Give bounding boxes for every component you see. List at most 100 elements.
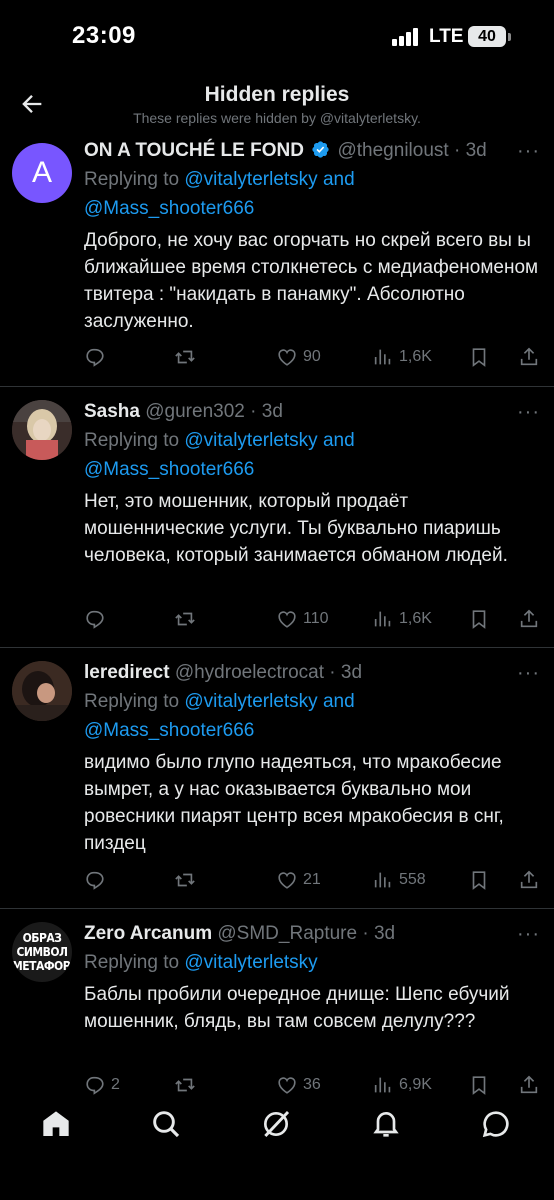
bookmark-button[interactable] [468, 867, 490, 893]
reply-button[interactable]: 2 [84, 1072, 120, 1098]
tweet-time: 3d [340, 662, 363, 683]
bookmark-icon [472, 871, 486, 890]
bookmark-button[interactable] [468, 1072, 490, 1098]
author-handle[interactable]: @guren302 [145, 401, 245, 422]
like-button[interactable]: 90 [276, 344, 321, 370]
heart-icon [278, 872, 296, 889]
retweet-icon [175, 612, 195, 626]
more-options-icon[interactable]: ··· [517, 663, 540, 683]
share-button[interactable] [518, 1072, 540, 1098]
views-icon [374, 872, 391, 888]
views-icon [374, 349, 391, 365]
like-button[interactable]: 21 [276, 867, 321, 893]
bookmark-icon [472, 1076, 486, 1095]
author-handle[interactable]: @hydroelectrocat [175, 662, 324, 683]
battery-level: 40 [478, 28, 496, 45]
retweet-button[interactable] [174, 1072, 201, 1098]
author-name[interactable]: Sasha [84, 401, 140, 422]
reply-button[interactable] [84, 344, 111, 370]
more-options-icon[interactable]: ··· [517, 924, 540, 944]
author-name[interactable]: Zero Arcanum [84, 923, 212, 944]
separator-dot: · [448, 140, 466, 161]
mention-link[interactable]: @Mass_shooter666 [84, 198, 254, 219]
nav-home[interactable] [40, 1108, 72, 1140]
views-button[interactable]: 6,9K [372, 1072, 432, 1098]
reply-icon [86, 871, 104, 890]
views-icon [374, 611, 391, 627]
reply-icon [86, 348, 104, 367]
retweet-button[interactable] [174, 606, 201, 632]
nav-grok[interactable] [260, 1108, 292, 1140]
retweet-button[interactable] [174, 867, 201, 893]
share-button[interactable] [518, 344, 540, 370]
signal-icon [392, 28, 422, 46]
replying-to: Replying to @vitalyterletsky [84, 952, 318, 973]
mention-link[interactable]: @vitalyterletsky [184, 952, 317, 973]
views-button[interactable]: 1,6K [372, 606, 432, 632]
more-options-icon[interactable]: ··· [517, 402, 540, 422]
avatar-text: ОБРАЗ СИМВОЛ МЕТАФОРА [12, 931, 72, 973]
home-icon [43, 1111, 69, 1136]
mention-link[interactable]: @vitalyterletsky [184, 430, 317, 451]
tweet[interactable]: leredirect @hydroelectrocat · 3d ··· Rep… [0, 649, 554, 909]
tweet-actions: 2 36 6,9K [84, 1072, 544, 1098]
battery-tip [508, 33, 511, 41]
views-button[interactable]: 558 [372, 867, 426, 893]
replying-to: Replying to @vitalyterletsky and @Mass_s… [84, 691, 355, 741]
mention-link[interactable]: @Mass_shooter666 [84, 720, 254, 741]
like-button[interactable]: 110 [276, 606, 329, 632]
share-icon [520, 609, 538, 628]
author-name[interactable]: ON A TOUCHÉ LE FOND [84, 140, 304, 161]
page-header: Hidden replies These replies were hidden… [0, 78, 554, 134]
more-options-icon[interactable]: ··· [517, 141, 540, 161]
page-title: Hidden replies [204, 83, 350, 106]
tweet-time: 3d [261, 401, 283, 422]
nav-search[interactable] [150, 1108, 182, 1140]
separator-dot: · [324, 662, 341, 683]
mention-link[interactable]: @vitalyterletsky [184, 169, 317, 190]
avatar[interactable] [12, 400, 72, 460]
share-icon [520, 1075, 538, 1094]
grok-icon [264, 1110, 290, 1138]
retweet-button[interactable] [174, 344, 201, 370]
tweet-text: Доброго, не хочу вас огорчать но скрей в… [84, 230, 539, 332]
views-button[interactable]: 1,6K [372, 344, 432, 370]
share-button[interactable] [518, 867, 540, 893]
heart-icon [278, 349, 296, 366]
tweet-actions: 90 1,6K [84, 344, 544, 370]
tweet-time: 3d [373, 923, 396, 944]
tweet[interactable]: Sasha @guren302 · 3d ··· Replying to @vi… [0, 388, 554, 648]
heart-icon [278, 611, 296, 628]
avatar[interactable]: A [12, 143, 72, 203]
mention-link[interactable]: @Mass_shooter666 [84, 459, 254, 480]
avatar-letter: A [31, 156, 52, 189]
avatar-image [12, 661, 72, 721]
share-button[interactable] [518, 606, 540, 632]
replying-to: Replying to @vitalyterletsky and @Mass_s… [84, 169, 355, 219]
avatar[interactable] [12, 661, 72, 721]
tweet[interactable]: ОБРАЗ СИМВОЛ МЕТАФОРА Zero Arcanum @SMD_… [0, 910, 554, 1098]
share-icon [520, 347, 538, 366]
mention-link[interactable]: @vitalyterletsky [184, 691, 317, 712]
network-type: LTE [429, 26, 464, 47]
author-handle[interactable]: @SMD_Rapture [217, 923, 357, 944]
like-button[interactable]: 36 [276, 1072, 321, 1098]
nav-notifications[interactable] [370, 1108, 402, 1140]
tweet-text: видимо было глупо надеяться, что мракобе… [84, 752, 504, 854]
bookmark-icon [472, 610, 486, 629]
views-icon [374, 1077, 391, 1093]
search-icon [153, 1111, 180, 1138]
bookmark-icon [472, 348, 486, 367]
separator-dot: · [357, 923, 374, 944]
replying-to: Replying to @vitalyterletsky and @Mass_s… [84, 430, 355, 480]
reply-button[interactable] [84, 606, 111, 632]
author-handle[interactable]: @thegniloust [337, 140, 448, 161]
nav-messages[interactable] [480, 1108, 512, 1140]
home-indicator-area [0, 1160, 554, 1200]
tweet[interactable]: A ON A TOUCHÉ LE FOND @thegniloust · 3d … [0, 135, 554, 387]
bookmark-button[interactable] [468, 606, 490, 632]
avatar[interactable]: ОБРАЗ СИМВОЛ МЕТАФОРА [12, 922, 72, 982]
author-name[interactable]: leredirect [84, 662, 170, 683]
reply-button[interactable] [84, 867, 111, 893]
bookmark-button[interactable] [468, 344, 490, 370]
